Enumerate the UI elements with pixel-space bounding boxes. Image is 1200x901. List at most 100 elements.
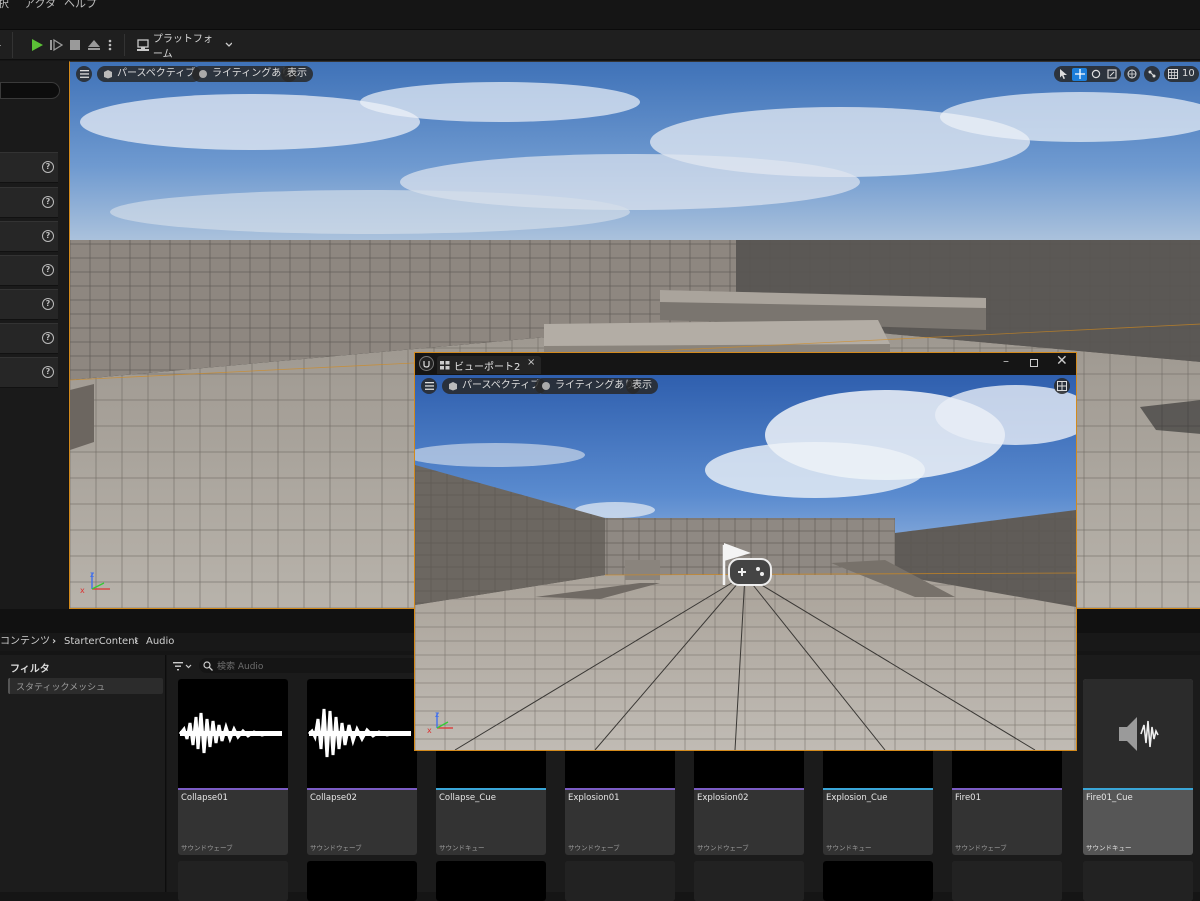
asset-type-stripe [1083, 788, 1193, 790]
asset-name: Collapse_Cue [439, 793, 496, 803]
speaker-icon [1119, 717, 1159, 751]
show-label: 表示 [632, 380, 652, 391]
main-toolbar: プラットフォーム [0, 30, 1200, 60]
asset-tile[interactable] [1083, 861, 1193, 901]
viewport2-scene-area[interactable]: z x パースペクティブ ライティングあり 表示 [415, 375, 1076, 750]
window-title-bar[interactable]: ビューポート2 × – ✕ [415, 353, 1076, 375]
asset-type: サウンドウェーブ [310, 844, 362, 852]
svg-text:x: x [427, 726, 432, 735]
translate-mode-icon[interactable] [1072, 67, 1087, 81]
breadcrumb-item[interactable]: Audio [146, 633, 174, 651]
unreal-logo-icon [419, 356, 434, 371]
svg-text:x: x [80, 586, 85, 595]
minimize-icon[interactable]: – [1003, 354, 1009, 368]
asset-type-stripe [307, 788, 417, 790]
perspective-label: パースペクティブ [462, 380, 541, 391]
perspective-button[interactable]: パースペクティブ [97, 66, 202, 82]
transform-tools-group [1054, 66, 1121, 82]
sound-wave-thumbnail [307, 679, 417, 788]
help-icon[interactable]: ? [42, 230, 54, 242]
grid-icon [1168, 69, 1178, 79]
help-icon[interactable]: ? [42, 366, 54, 378]
grid-snap-value: 10 [1182, 68, 1195, 79]
toolbar-divider [12, 32, 13, 58]
floating-viewport-window[interactable]: ビューポート2 × – ✕ z x パースペクティブ ライティングあり 表示 [414, 352, 1077, 751]
show-button[interactable]: 表示 [281, 66, 313, 82]
asset-type-stripe [823, 788, 933, 790]
asset-type-stripe [694, 788, 804, 790]
play-button[interactable] [29, 36, 45, 54]
breadcrumb-item[interactable]: コンテンツ [0, 633, 50, 651]
world-local-toggle[interactable] [1124, 66, 1140, 82]
asset-type: サウンドウェーブ [568, 844, 620, 852]
stop-button[interactable] [67, 36, 83, 54]
stop-icon [70, 40, 80, 50]
asset-type: サウンドウェーブ [697, 844, 749, 852]
play-options-button[interactable] [105, 36, 115, 54]
select-mode-icon[interactable] [1056, 68, 1071, 81]
menu-bar: 択 アクタ ヘルプ [0, 0, 1200, 30]
lighting-label: ライティングあり [212, 68, 292, 79]
menu-item-select[interactable]: 択 [0, 0, 9, 11]
show-label: 表示 [287, 68, 307, 79]
filter-dropdown-button[interactable] [173, 659, 195, 673]
viewport2-show-button[interactable]: 表示 [626, 378, 658, 394]
asset-tile[interactable] [178, 861, 288, 901]
viewport2-perspective-button[interactable]: パースペクティブ [442, 378, 547, 394]
close-tab-icon[interactable]: × [527, 357, 535, 368]
viewport2-lighting-button[interactable]: ライティングあり [535, 378, 641, 394]
help-icon[interactable]: ? [42, 332, 54, 344]
platform-dropdown[interactable]: プラットフォーム [136, 34, 232, 60]
asset-tile[interactable] [565, 861, 675, 901]
help-icon[interactable]: ? [42, 161, 54, 173]
details-row[interactable]: ? [0, 289, 58, 320]
scale-mode-icon[interactable] [1104, 68, 1119, 81]
asset-tile[interactable] [307, 861, 417, 901]
filter-item[interactable]: スタティックメッシュ [8, 678, 163, 694]
asset-name: Fire01 [955, 793, 981, 803]
details-row[interactable]: ? [0, 187, 58, 218]
close-window-icon[interactable]: ✕ [1056, 353, 1068, 369]
asset-tile[interactable] [952, 861, 1062, 901]
asset-tile[interactable] [694, 861, 804, 901]
asset-tile[interactable] [436, 861, 546, 901]
asset-tile-selected[interactable]: Fire01_Cue サウンドキュー [1083, 679, 1193, 855]
viewport2-menu-button[interactable] [421, 378, 437, 394]
help-icon[interactable]: ? [42, 298, 54, 310]
lighting-sphere-icon [542, 382, 550, 390]
surface-snap-toggle[interactable] [1144, 66, 1160, 82]
platform-icon [137, 39, 149, 51]
maximize-icon[interactable] [1030, 359, 1038, 367]
details-row[interactable]: ? [0, 255, 58, 286]
grid-snap-button[interactable]: 10 [1164, 66, 1199, 82]
viewport-menu-button[interactable] [76, 66, 92, 82]
frame-skip-button[interactable] [48, 36, 64, 54]
perspective-label: パースペクティブ [117, 68, 196, 79]
tab-viewport2[interactable]: ビューポート2 × [437, 356, 541, 374]
details-row[interactable]: ? [0, 221, 58, 252]
asset-search-input[interactable]: 検索 Audio [199, 658, 419, 673]
details-row[interactable]: ? [0, 323, 58, 354]
cube-icon [449, 382, 457, 391]
asset-name: Explosion02 [697, 793, 749, 803]
help-icon[interactable]: ? [42, 196, 54, 208]
menu-item-help[interactable]: ヘルプ [64, 0, 97, 11]
details-row[interactable]: ? [0, 357, 58, 388]
asset-tile[interactable]: Collapse02 サウンドウェーブ [307, 679, 417, 855]
details-search-input[interactable] [0, 82, 60, 99]
asset-type-stripe [952, 788, 1062, 790]
breadcrumb-item[interactable]: StarterContent [64, 633, 138, 651]
asset-tile[interactable]: Collapse01 サウンドウェーブ [178, 679, 288, 855]
hamburger-icon [79, 70, 89, 78]
asset-name: Fire01_Cue [1086, 793, 1133, 803]
help-icon[interactable]: ? [42, 264, 54, 276]
viewport-layout-button[interactable] [1054, 378, 1070, 394]
menu-item-actor[interactable]: アクタ [24, 0, 56, 11]
details-row[interactable]: ? [0, 152, 58, 183]
asset-tile[interactable] [823, 861, 933, 901]
play-icon [32, 39, 43, 51]
rotate-mode-icon[interactable] [1088, 68, 1103, 81]
asset-type-stripe [565, 788, 675, 790]
eject-button[interactable] [86, 36, 102, 54]
eject-icon [88, 40, 100, 50]
